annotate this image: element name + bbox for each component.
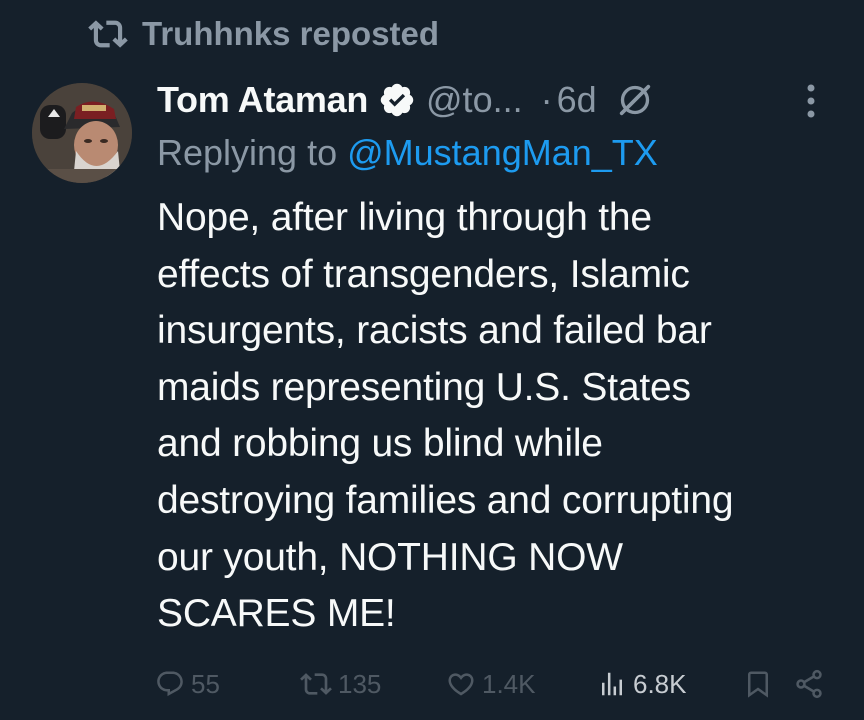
- share-icon: [796, 669, 822, 699]
- tweet-header: Tom Ataman @to... · 6d: [157, 74, 847, 126]
- reply-count: 55: [191, 668, 220, 699]
- heart-icon: [448, 673, 474, 696]
- bookmark-button[interactable]: [743, 662, 773, 706]
- action-bar: 55 135 1.4K 6.8K: [0, 662, 864, 706]
- reply-prefix: Replying to: [157, 132, 348, 173]
- like-count: 1.4K: [482, 668, 536, 699]
- tweet[interactable]: Truhhnks reposted Tom Ataman @to... · 6d: [0, 0, 864, 720]
- bookmark-icon: [748, 671, 768, 698]
- avatar[interactable]: [32, 83, 132, 183]
- grok-icon[interactable]: [615, 80, 655, 120]
- display-name[interactable]: Tom Ataman: [157, 79, 368, 121]
- repost-context[interactable]: Truhhnks reposted: [88, 12, 439, 56]
- verified-badge-icon[interactable]: [378, 81, 416, 119]
- handle[interactable]: @to...: [426, 79, 523, 121]
- tweet-text: Nope, after living through the effects o…: [157, 196, 734, 636]
- reply-context: Replying to @MustangMan_TX: [157, 132, 658, 180]
- views-chart-icon: [602, 672, 622, 696]
- repost-count: 135: [338, 668, 382, 699]
- separator-dot: ·: [540, 79, 553, 120]
- reply-icon: [157, 671, 183, 697]
- share-button[interactable]: [793, 662, 825, 706]
- reply-mention-link[interactable]: @MustangMan_TX: [347, 132, 658, 173]
- repost-label[interactable]: Truhhnks reposted: [142, 15, 439, 53]
- reply-button[interactable]: 55: [155, 662, 220, 706]
- views-button[interactable]: 6.8K: [597, 662, 687, 706]
- timestamp[interactable]: 6d: [557, 79, 597, 121]
- repost-button[interactable]: 135: [300, 662, 381, 706]
- like-button[interactable]: 1.4K: [446, 662, 536, 706]
- views-count: 6.8K: [633, 668, 687, 699]
- repost-icon: [88, 14, 128, 54]
- repost-action-icon: [300, 673, 332, 695]
- more-options-icon[interactable]: [805, 82, 817, 120]
